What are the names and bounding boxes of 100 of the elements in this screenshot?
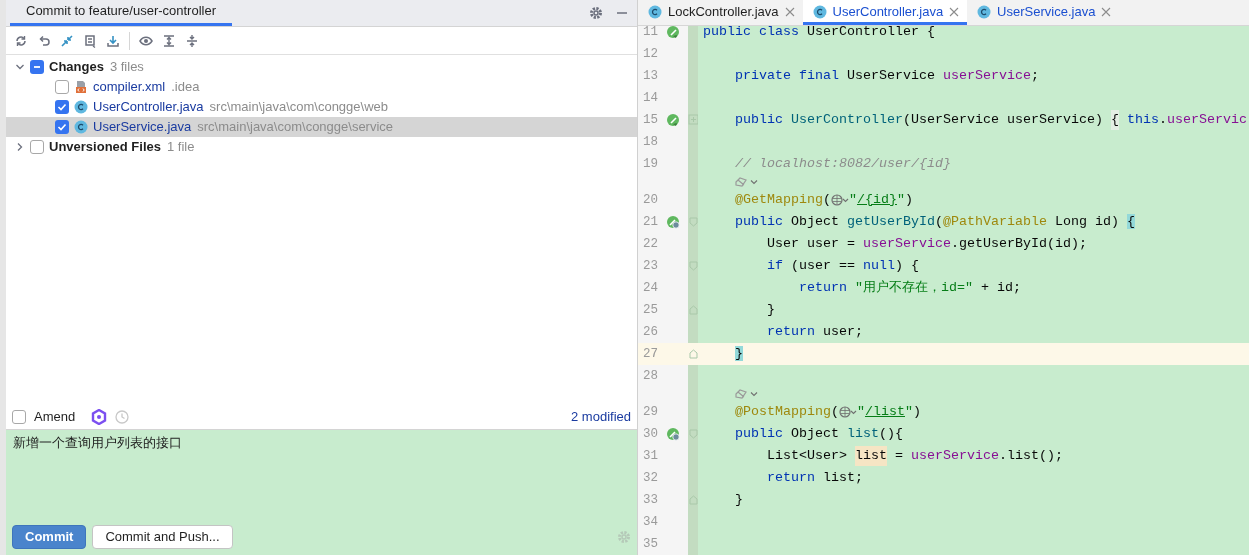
line-number: 32	[642, 469, 659, 487]
code-text: (user ==	[789, 257, 856, 275]
globe-icon[interactable]	[839, 406, 857, 418]
bean-globe-icon[interactable]	[666, 427, 680, 441]
line-number: 26	[642, 323, 659, 341]
code-text: Object	[789, 425, 839, 443]
tree-row[interactable]: Unversioned Files 1 file	[6, 137, 637, 157]
tree-row[interactable]: UserController.java src\main\java\com\congge\web	[6, 97, 637, 117]
line-number: 34	[642, 513, 659, 531]
code-text: UserService	[845, 67, 936, 85]
fold-start-icon[interactable]	[687, 428, 699, 440]
string-literal: "	[897, 191, 905, 209]
string-literal: "	[905, 403, 913, 421]
line-number: 23	[642, 257, 659, 275]
code-text: (UserService userService)	[902, 111, 1104, 129]
keyword: public	[734, 213, 783, 231]
document-icon[interactable]	[83, 33, 97, 48]
line-number: 19	[642, 155, 659, 173]
line-number: 29	[642, 403, 659, 421]
ai-assistant-icon[interactable]	[91, 408, 108, 425]
line-number: 15	[642, 111, 659, 129]
diff-arrows-icon[interactable]	[60, 33, 74, 48]
download-icon[interactable]	[106, 33, 120, 48]
checkbox[interactable]	[55, 120, 69, 134]
method-name: getUserById	[845, 213, 935, 231]
folded-block: {	[1110, 110, 1119, 130]
close-icon[interactable]	[784, 7, 795, 17]
code-text: }	[734, 491, 743, 509]
code-text: .	[1158, 111, 1167, 129]
commit-message-field[interactable]: 新增一个查询用户列表的接口	[6, 430, 637, 525]
line-number: 28	[642, 367, 659, 385]
keyword: return	[797, 279, 847, 297]
checkbox[interactable]	[55, 100, 69, 114]
chevron-down-icon[interactable]	[750, 390, 758, 398]
code-text: (	[831, 403, 839, 421]
editor-tab[interactable]: UserController.java	[802, 0, 968, 25]
code-text: (	[934, 213, 943, 231]
file-path: src\main\java\com\congge\service	[197, 118, 394, 137]
chevron-down-icon[interactable]	[750, 178, 758, 186]
code-text: (	[823, 191, 831, 209]
xml-file-icon	[74, 80, 88, 94]
line-number: 25	[642, 301, 659, 319]
keyword: this	[1125, 111, 1159, 129]
fold-start-icon[interactable]	[687, 216, 699, 228]
bean-run-icon[interactable]	[666, 113, 680, 127]
expand-all-icon[interactable]	[162, 33, 176, 48]
refresh-icon[interactable]	[14, 33, 28, 48]
settings-icon[interactable]	[589, 5, 603, 20]
fold-start-icon[interactable]	[687, 260, 699, 272]
annotation: @GetMapping	[734, 191, 823, 209]
modified-link[interactable]: 2 modified	[571, 406, 631, 427]
keyword: public	[734, 111, 783, 129]
keyword: return	[766, 469, 815, 487]
collapse-all-icon[interactable]	[185, 33, 199, 48]
code-text: User user =	[766, 235, 856, 253]
close-icon[interactable]	[1101, 7, 1112, 17]
checkbox[interactable]	[30, 60, 44, 74]
undo-icon[interactable]	[37, 33, 51, 48]
method-name: UserController	[789, 111, 903, 129]
editor-tab[interactable]: UserService.java	[967, 0, 1120, 25]
code-text: }	[766, 301, 775, 319]
keyword: public class	[703, 26, 799, 41]
keyword: private final	[734, 67, 839, 85]
change-bar	[688, 26, 698, 43]
checkbox[interactable]	[30, 140, 44, 154]
field-name: userServic	[1166, 111, 1247, 129]
checkbox[interactable]	[12, 409, 26, 424]
bean-globe-icon[interactable]	[666, 215, 680, 229]
code-text: .getUserById(id);	[950, 235, 1087, 253]
commit-and-push-button[interactable]: Commit and Push...	[92, 525, 233, 549]
line-number: 14	[642, 89, 659, 107]
line-number: 33	[642, 491, 659, 509]
line-number: 30	[642, 425, 659, 443]
editor-tab[interactable]: LockController.java	[638, 0, 803, 25]
chevron-down-icon[interactable]	[15, 62, 25, 72]
matched-brace: {	[1126, 213, 1135, 231]
close-icon[interactable]	[949, 7, 960, 17]
file-name: UserController.java	[93, 98, 204, 117]
spring-icon	[734, 388, 748, 400]
file-path: src\main\java\com\congge\web	[209, 98, 389, 117]
tree-row[interactable]: compiler.xml .idea	[6, 77, 637, 97]
bean-run-icon[interactable]	[666, 26, 680, 39]
amend-label: Amend	[34, 407, 76, 426]
file-path: .idea	[171, 78, 200, 97]
class-icon	[812, 5, 827, 19]
change-bar	[688, 533, 698, 555]
matched-brace: }	[734, 345, 743, 363]
file-name: UserService.java	[93, 118, 192, 137]
line-number: 31	[642, 447, 659, 465]
globe-icon[interactable]	[831, 194, 849, 206]
tree-row[interactable]: Changes 3 files	[6, 57, 637, 77]
line-number: 21	[642, 213, 659, 231]
tree-row[interactable]: UserService.java src\main\java\com\congge\service	[6, 117, 637, 137]
checkbox[interactable]	[55, 80, 69, 94]
line-number: 18	[642, 133, 659, 151]
commit-button[interactable]: Commit	[12, 525, 87, 549]
chevron-right-icon[interactable]	[15, 142, 25, 152]
annotation: @PathVariable	[942, 213, 1047, 231]
class-icon	[74, 120, 88, 134]
group-label: Changes	[49, 58, 104, 77]
